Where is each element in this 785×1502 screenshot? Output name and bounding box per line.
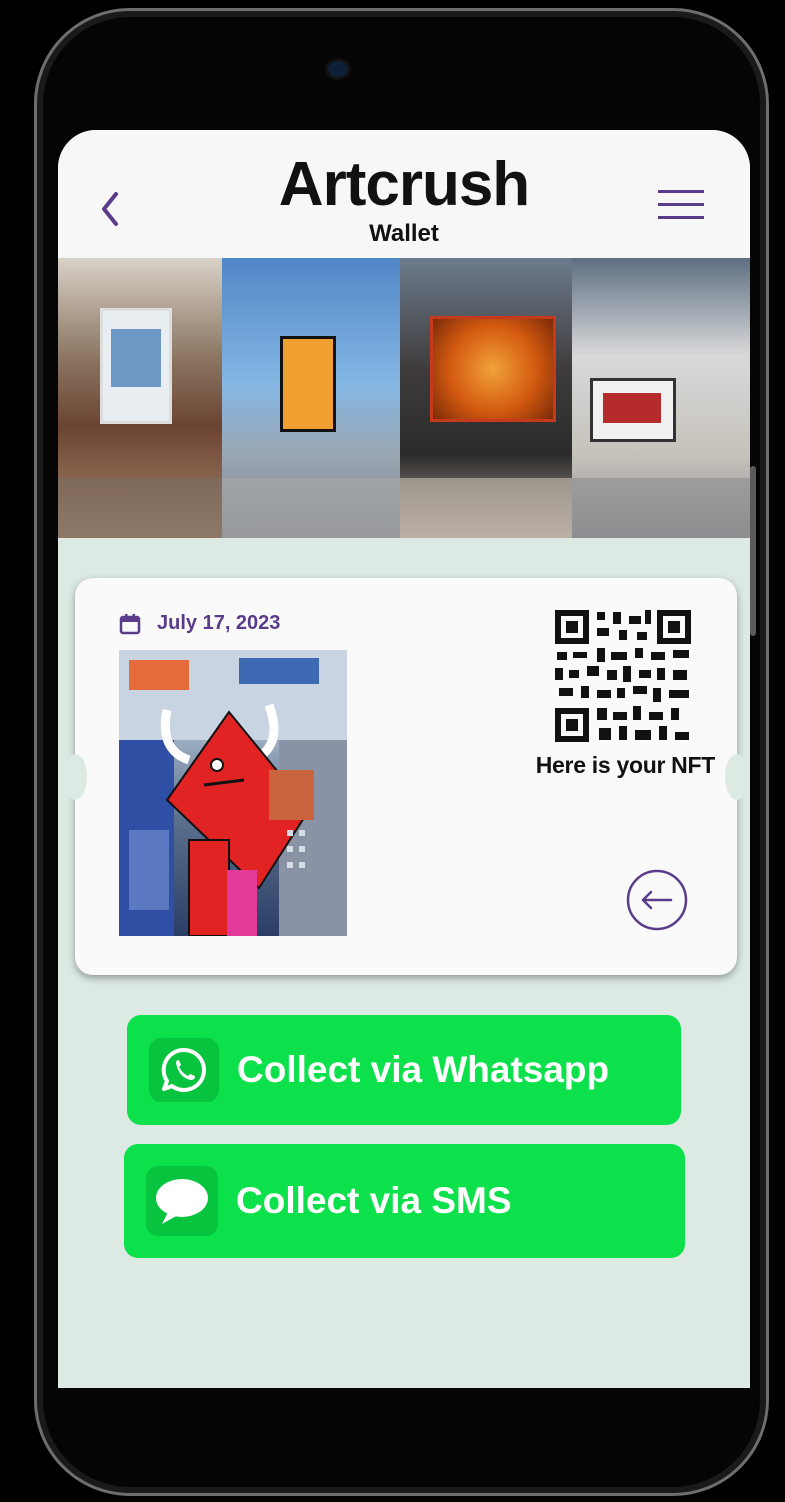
ticket-notch: [63, 754, 87, 800]
billboard-photo: [58, 258, 222, 538]
ticket-notch: [725, 754, 749, 800]
collect-via-sms-button[interactable]: Collect via SMS: [124, 1144, 685, 1258]
nft-ticket-card: July 17, 2023 Here is your NFT: [63, 578, 749, 975]
sms-button-label: Collect via SMS: [236, 1180, 512, 1221]
arrow-left-circle-icon[interactable]: [625, 868, 689, 932]
billboard-screen: [430, 316, 556, 422]
side-button: [750, 466, 756, 636]
billboard-screen: [590, 378, 676, 442]
whatsapp-button-label: Collect via Whatsapp: [237, 1049, 610, 1090]
qr-caption: Here is your NFT: [535, 752, 716, 778]
calendar-icon: [119, 614, 141, 635]
whatsapp-icon-tile: [149, 1038, 219, 1102]
nft-artwork-graphic: [119, 650, 347, 936]
nft-artwork-image[interactable]: [119, 650, 347, 936]
billboard-photo: [400, 258, 572, 538]
collect-via-whatsapp-button[interactable]: Collect via Whatsapp: [127, 1015, 681, 1125]
front-camera: [328, 61, 348, 77]
billboard-photo: [572, 258, 750, 538]
sms-icon-tile: [146, 1166, 218, 1236]
app-header: Artcrush Wallet: [58, 130, 750, 258]
ticket-date: July 17, 2023: [157, 612, 281, 634]
billboard-screen: [100, 308, 172, 424]
billboard-screen: [280, 336, 336, 432]
chat-bubble-icon: [156, 1179, 208, 1224]
app-subtitle: Wallet: [369, 220, 439, 247]
app-screen: Artcrush Wallet July 17, 2023 Here is yo…: [58, 130, 750, 1388]
hamburger-menu-icon[interactable]: [656, 187, 708, 221]
app-title: Artcrush: [278, 150, 530, 219]
billboard-photo-banner: [58, 258, 750, 538]
whatsapp-icon: [161, 1047, 206, 1092]
billboard-photo: [222, 258, 400, 538]
qr-code[interactable]: [553, 608, 693, 744]
